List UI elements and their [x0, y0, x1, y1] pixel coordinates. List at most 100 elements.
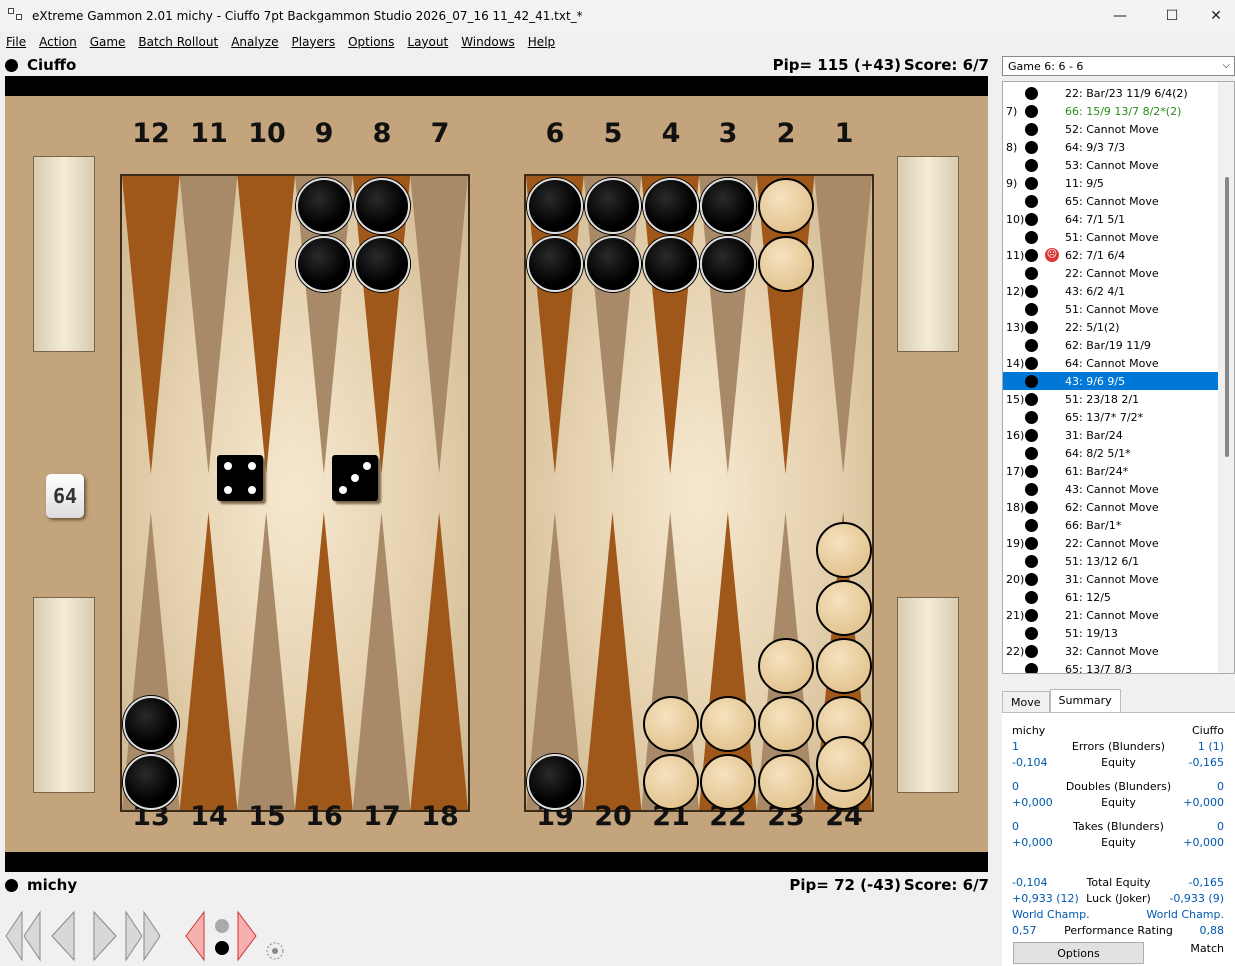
prev-next-player-move-icon[interactable]: [182, 908, 262, 964]
menu-analyze[interactable]: Analyze: [225, 35, 285, 49]
bottom-right-tray[interactable]: [897, 597, 959, 793]
checker-white[interactable]: [700, 696, 756, 752]
move-row[interactable]: 14) 64: Cannot Move: [1003, 354, 1219, 372]
move-list-scrollbar[interactable]: [1218, 82, 1234, 673]
scrollbar-thumb[interactable]: [1225, 177, 1229, 457]
top-left-tray[interactable]: [33, 156, 95, 352]
menu-layout[interactable]: Layout: [401, 35, 455, 49]
checker-black[interactable]: [527, 178, 583, 234]
checker-white[interactable]: [758, 236, 814, 292]
checker-white[interactable]: [643, 754, 699, 810]
menu-help[interactable]: Help: [522, 35, 562, 49]
move-row[interactable]: 16) 31: Bar/24: [1003, 426, 1219, 444]
point-triangle[interactable]: [237, 512, 295, 810]
point-triangle[interactable]: [179, 176, 238, 474]
backgammon-board[interactable]: 64 12 11 10 9 8 7 6 5 4 3 2 1 13 14 15 16 17 18 19 20 21 22 23…: [5, 76, 988, 872]
first-game-icon[interactable]: [4, 908, 44, 964]
checker-black[interactable]: [354, 236, 410, 292]
move-row[interactable]: 52: Cannot Move: [1003, 120, 1219, 138]
move-row[interactable]: 43: Cannot Move: [1003, 480, 1219, 498]
checker-white[interactable]: [700, 754, 756, 810]
move-row[interactable]: 9) 11: 9/5: [1003, 174, 1219, 192]
checker-black[interactable]: [585, 236, 641, 292]
point-triangle[interactable]: [410, 512, 468, 810]
checker-white[interactable]: [758, 638, 814, 694]
point-triangle[interactable]: [295, 512, 353, 810]
point-triangle[interactable]: [122, 176, 180, 474]
checker-black[interactable]: [296, 178, 352, 234]
checker-white[interactable]: [816, 736, 872, 792]
checker-black[interactable]: [527, 236, 583, 292]
move-row[interactable]: 65: 13/7 8/3: [1003, 660, 1219, 673]
checker-white[interactable]: [816, 638, 872, 694]
move-row[interactable]: 66: Bar/1*: [1003, 516, 1219, 534]
tab-summary[interactable]: Summary: [1049, 689, 1121, 712]
checker-white[interactable]: [816, 580, 872, 636]
checker-black[interactable]: [123, 754, 179, 810]
checker-white[interactable]: [758, 754, 814, 810]
move-row[interactable]: 65: Cannot Move: [1003, 192, 1219, 210]
menu-windows[interactable]: Windows: [455, 35, 522, 49]
checker-black[interactable]: [643, 178, 699, 234]
move-row[interactable]: 64: 8/2 5/1*: [1003, 444, 1219, 462]
move-row[interactable]: 10) 64: 7/1 5/1: [1003, 210, 1219, 228]
move-row[interactable]: 12) 43: 6/2 4/1: [1003, 282, 1219, 300]
move-row[interactable]: 8) 64: 9/3 7/3: [1003, 138, 1219, 156]
point-triangle[interactable]: [179, 512, 238, 810]
move-row[interactable]: 17) 61: Bar/24*: [1003, 462, 1219, 480]
checker-black[interactable]: [123, 696, 179, 752]
die-right[interactable]: [332, 455, 378, 501]
menu-batch-rollout[interactable]: Batch Rollout: [132, 35, 225, 49]
checker-black[interactable]: [354, 178, 410, 234]
point-triangle[interactable]: [814, 176, 872, 474]
doubling-cube[interactable]: 64: [46, 474, 84, 518]
top-right-tray[interactable]: [897, 156, 959, 352]
checker-black[interactable]: [700, 236, 756, 292]
menu-players[interactable]: Players: [286, 35, 343, 49]
point-triangle[interactable]: [352, 512, 411, 810]
move-row[interactable]: 21) 21: Cannot Move: [1003, 606, 1219, 624]
move-row[interactable]: 19) 22: Cannot Move: [1003, 534, 1219, 552]
move-row[interactable]: 51: 19/13: [1003, 624, 1219, 642]
checker-white[interactable]: [643, 696, 699, 752]
menu-file[interactable]: File: [0, 35, 33, 49]
move-row[interactable]: 51: Cannot Move: [1003, 300, 1219, 318]
next-move-icon[interactable]: [84, 908, 124, 964]
die-left[interactable]: [217, 455, 263, 501]
move-row[interactable]: 13) 22: 5/1(2): [1003, 318, 1219, 336]
point-triangle[interactable]: [583, 512, 642, 810]
close-button[interactable]: ✕: [1193, 0, 1235, 31]
bottom-left-tray[interactable]: [33, 597, 95, 793]
checker-white[interactable]: [758, 178, 814, 234]
checker-black[interactable]: [643, 236, 699, 292]
move-row[interactable]: 22) 32: Cannot Move: [1003, 642, 1219, 660]
move-row[interactable]: 22: Bar/23 11/9 6/4(2): [1003, 84, 1219, 102]
move-row[interactable]: 61: 12/5: [1003, 588, 1219, 606]
move-row[interactable]: 18) 62: Cannot Move: [1003, 498, 1219, 516]
settings-gear-icon[interactable]: [264, 940, 286, 962]
previous-move-icon[interactable]: [44, 908, 84, 964]
checker-black[interactable]: [527, 754, 583, 810]
move-list[interactable]: 22: Bar/23 11/9 6/4(2) 7) 66: 15/9 13/7 8/…: [1002, 81, 1235, 674]
options-button[interactable]: Options: [1013, 942, 1144, 964]
checker-black[interactable]: [296, 236, 352, 292]
move-row[interactable]: 51: 13/12 6/1: [1003, 552, 1219, 570]
move-row[interactable]: 51: Cannot Move: [1003, 228, 1219, 246]
move-row[interactable]: 15) 51: 23/18 2/1: [1003, 390, 1219, 408]
point-triangle[interactable]: [237, 176, 295, 474]
menu-game[interactable]: Game: [84, 35, 133, 49]
tab-move[interactable]: Move: [1002, 691, 1050, 712]
checker-white[interactable]: [758, 696, 814, 752]
move-row[interactable]: 62: Bar/19 11/9: [1003, 336, 1219, 354]
checker-black[interactable]: [700, 178, 756, 234]
game-select-dropdown[interactable]: Game 6: 6 - 6 ⌵: [1002, 56, 1235, 76]
minimize-button[interactable]: —: [1097, 0, 1143, 31]
move-row[interactable]: 11) ☹ 62: 7/1 6/4: [1003, 246, 1219, 264]
move-row[interactable]: 7) 66: 15/9 13/7 8/2*(2): [1003, 102, 1219, 120]
menu-options[interactable]: Options: [342, 35, 401, 49]
menu-action[interactable]: Action: [33, 35, 84, 49]
last-game-icon[interactable]: [122, 908, 162, 964]
move-row[interactable]: 22: Cannot Move: [1003, 264, 1219, 282]
move-row[interactable]: 65: 13/7* 7/2*: [1003, 408, 1219, 426]
maximize-button[interactable]: ☐: [1149, 0, 1195, 31]
